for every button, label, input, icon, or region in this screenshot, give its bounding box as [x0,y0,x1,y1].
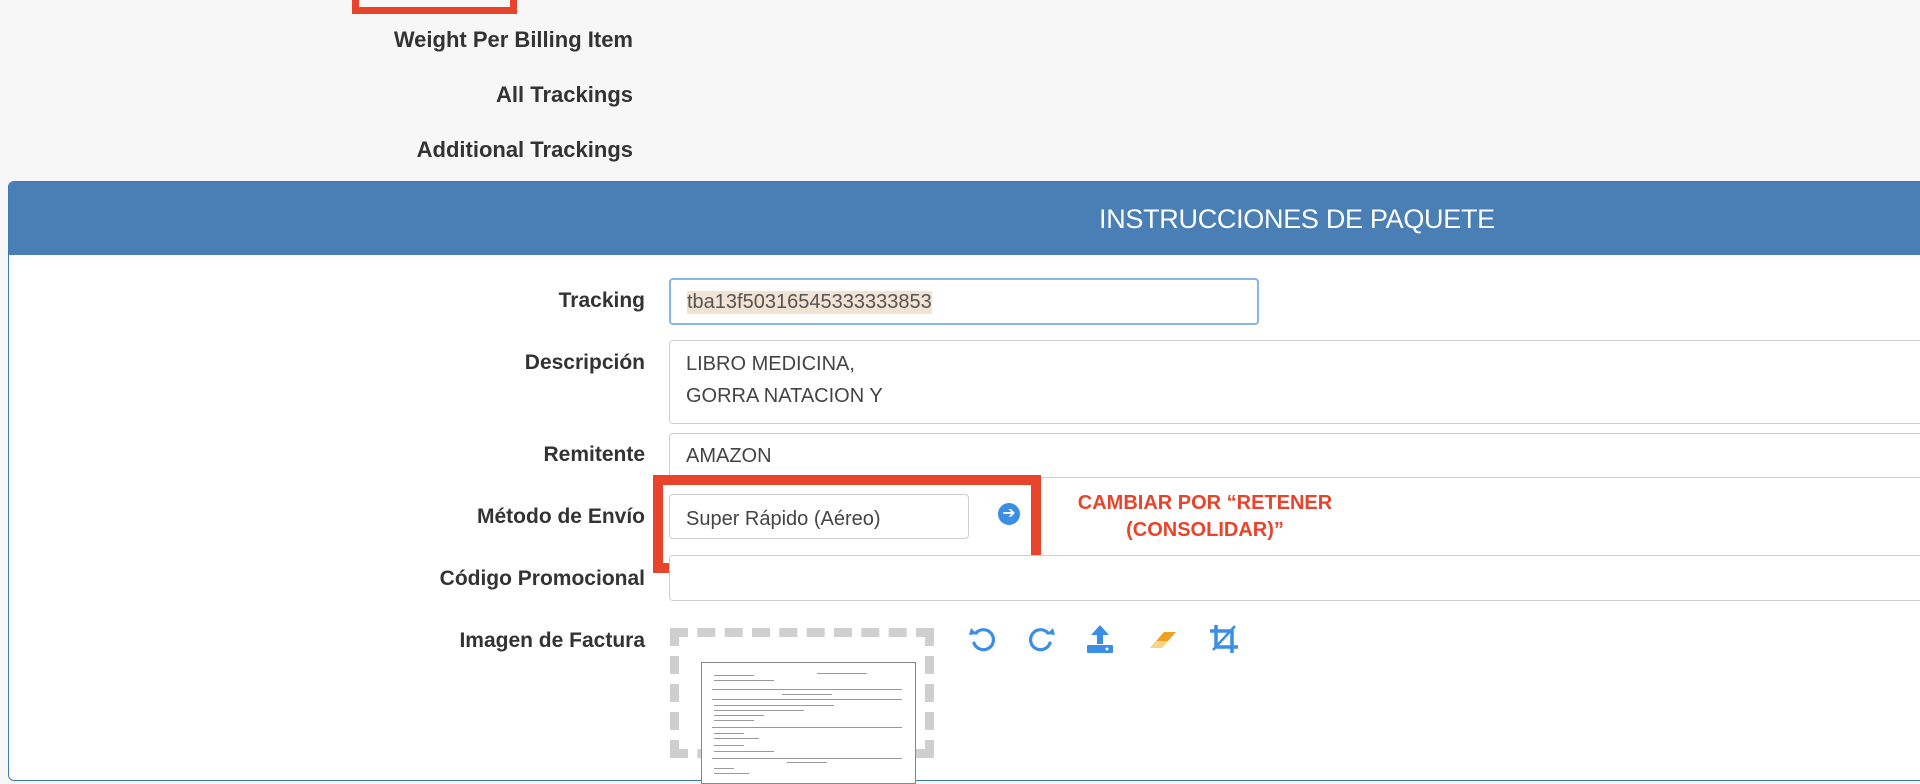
tracking-value: tba13f5031654533333385​3 [687,291,932,314]
panel-header: INSTRUCCIONES DE PAQUETE [9,182,1920,255]
rotate-right-icon[interactable] [1024,622,1058,656]
eraser-icon[interactable] [1146,622,1180,656]
codigo-promocional-input[interactable] [669,555,1920,601]
panel-title: INSTRUCCIONES DE PAQUETE [1099,204,1495,234]
descripcion-line-2: GORRA NATACION Y [686,385,883,407]
all-trackings-label: All Trackings [496,82,633,107]
tracking-input[interactable]: tba13f5031654533333385​3 [669,278,1259,325]
annotation-note-line-1: CAMBIAR POR “RETENER [1077,492,1333,514]
remitente-input[interactable]: AMAZON [669,433,1920,478]
imagen-factura-label: Imagen de Factura [459,629,645,652]
metodo-envio-label: Método de Envío [477,505,645,528]
annotation-note: CAMBIAR POR “RETENER (CONSOLIDAR)” [1060,490,1350,544]
annotation-frame-top [352,0,517,14]
remitente-label: Remitente [543,443,645,466]
invoice-image-dropzone[interactable] [670,628,934,784]
invoice-thumbnail [701,662,916,784]
annotation-note-line-2: (CONSOLIDAR)” [1126,519,1284,541]
upload-icon[interactable] [1083,622,1117,656]
rotate-left-icon[interactable] [966,622,1000,656]
codigo-promocional-label: Código Promocional [439,567,645,590]
descripcion-textarea[interactable]: LIBRO MEDICINA, GORRA NATACION Y [669,340,1920,424]
tracking-label: Tracking [558,289,645,312]
descripcion-line-1: LIBRO MEDICINA, [686,353,855,375]
crop-icon[interactable] [1207,622,1241,656]
additional-trackings-label: Additional Trackings [416,137,633,162]
descripcion-label: Descripción [524,351,645,374]
remitente-value: AMAZON [686,445,772,467]
weight-per-billing-item-label: Weight Per Billing Item [393,27,633,52]
